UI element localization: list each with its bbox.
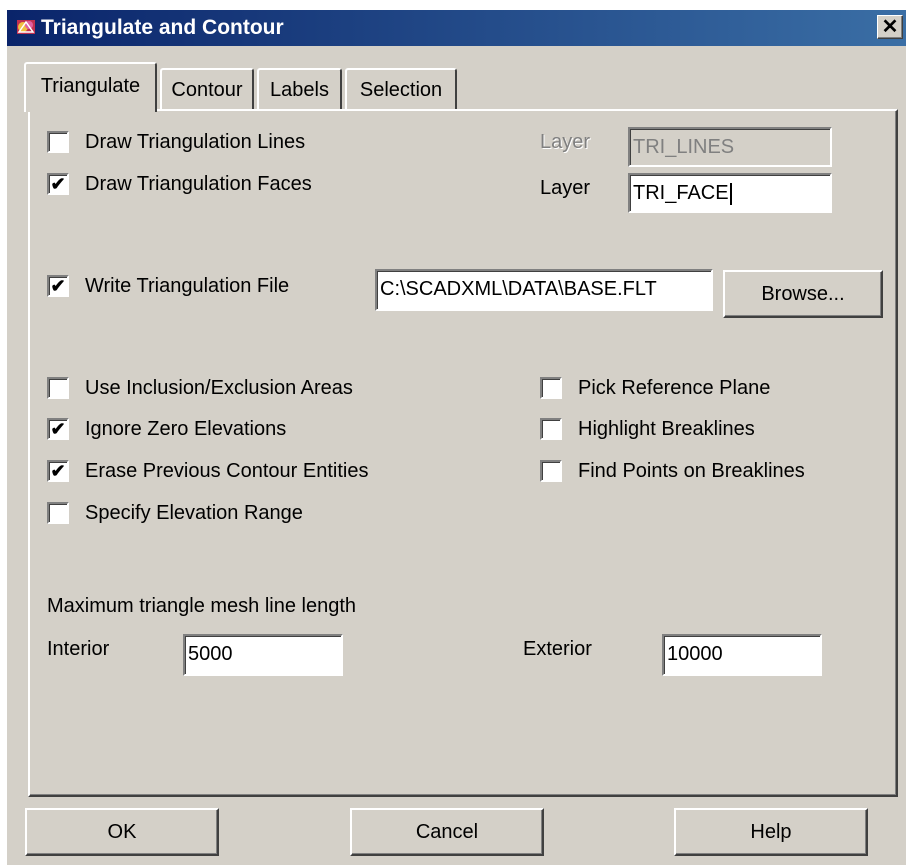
- ok-button-label: OK: [107, 821, 137, 843]
- checkbox-box: ✔: [47, 460, 69, 482]
- checkbox-label: Highlight Breaklines: [578, 418, 755, 440]
- faces-layer-value: TRI_FACE: [633, 182, 729, 204]
- tab-label: Selection: [359, 79, 443, 101]
- interior-label: Interior: [47, 638, 110, 660]
- tab-label: Contour: [171, 79, 243, 101]
- tab-panel-triangulate: Draw Triangulation Lines ✔ Draw Triangul…: [28, 109, 898, 797]
- checkbox-box: [47, 131, 69, 153]
- dialog-window: Triangulate and Contour ✕ Triangulate Co…: [5, 8, 906, 865]
- tab-label: Triangulate: [40, 75, 141, 97]
- checkbox-label: Erase Previous Contour Entities: [85, 460, 369, 482]
- triangulation-file-path-input[interactable]: C:\SCADXML\DATA\BASE.FLT: [375, 269, 713, 311]
- checkbox-box: [540, 460, 562, 482]
- faces-layer-label: Layer: [540, 177, 591, 199]
- help-button[interactable]: Help: [674, 808, 868, 856]
- lines-layer-label: Layer: [540, 131, 591, 153]
- exterior-label: Exterior: [523, 638, 592, 660]
- ok-button[interactable]: OK: [25, 808, 219, 856]
- cancel-button[interactable]: Cancel: [350, 808, 544, 856]
- help-button-label: Help: [750, 821, 792, 843]
- checkbox-box: [540, 418, 562, 440]
- interior-length-input[interactable]: 5000: [183, 634, 343, 676]
- cancel-button-label: Cancel: [415, 821, 479, 843]
- checkbox-label: Pick Reference Plane: [578, 377, 771, 399]
- tab-contour[interactable]: Contour: [160, 68, 254, 110]
- checkbox-label: Draw Triangulation Lines: [85, 131, 306, 153]
- exterior-length-input[interactable]: 10000: [662, 634, 822, 676]
- tab-label: Labels: [270, 79, 329, 101]
- checkbox-label: Use Inclusion/Exclusion Areas: [85, 377, 353, 399]
- faces-layer-input[interactable]: TRI_FACE: [628, 173, 832, 213]
- tab-selection[interactable]: Selection: [345, 68, 457, 110]
- checkbox-box: ✔: [47, 275, 69, 297]
- close-icon: ✕: [881, 16, 899, 38]
- browse-button[interactable]: Browse...: [723, 270, 883, 318]
- checkbox-box: [540, 377, 562, 399]
- checkbox-box: [47, 377, 69, 399]
- checkbox-label: Write Triangulation File: [85, 275, 290, 297]
- checkbox-label: Ignore Zero Elevations: [85, 418, 287, 440]
- app-icon: [17, 20, 35, 34]
- checkbox-label: Specify Elevation Range: [85, 502, 303, 524]
- title-bar[interactable]: Triangulate and Contour ✕: [7, 10, 906, 46]
- lines-layer-input[interactable]: TRI_LINES: [628, 127, 832, 167]
- browse-button-label: Browse...: [761, 283, 845, 305]
- tab-labels[interactable]: Labels: [257, 68, 342, 110]
- text-caret: [729, 182, 732, 205]
- mesh-line-length-heading: Maximum triangle mesh line length: [47, 595, 357, 617]
- checkbox-label: Draw Triangulation Faces: [85, 173, 312, 195]
- checkbox-label: Find Points on Breaklines: [578, 460, 805, 482]
- checkbox-box: ✔: [47, 173, 69, 195]
- close-button[interactable]: ✕: [877, 15, 903, 39]
- tab-triangulate[interactable]: Triangulate: [24, 62, 157, 112]
- checkbox-box: [47, 502, 69, 524]
- window-title: Triangulate and Contour: [41, 16, 284, 39]
- checkbox-box: ✔: [47, 418, 69, 440]
